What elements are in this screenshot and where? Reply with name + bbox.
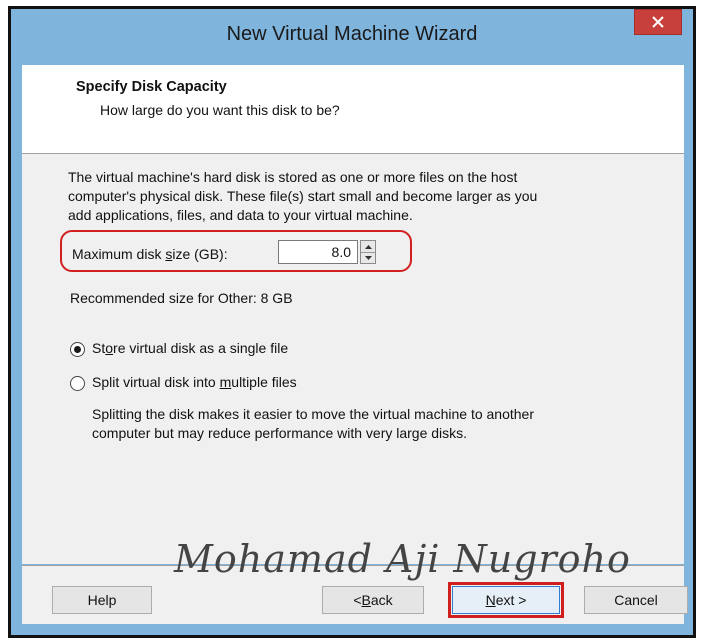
wizard-header: Specify Disk Capacity How large do you w…: [22, 65, 684, 154]
split-files-radio[interactable]: [70, 376, 85, 391]
description: The virtual machine's hard disk is store…: [68, 168, 537, 225]
accelerator-key: o: [105, 340, 114, 356]
split-note: Splitting the disk makes it easier to mo…: [92, 405, 534, 443]
single-file-label[interactable]: Store virtual disk as a single file: [92, 339, 288, 358]
cancel-button[interactable]: Cancel: [584, 586, 688, 614]
window-title: New Virtual Machine Wizard: [226, 23, 478, 45]
help-button[interactable]: Help: [52, 586, 152, 614]
page-subtitle: How large do you want this disk to be?: [100, 102, 340, 118]
close-button[interactable]: [634, 9, 682, 35]
wizard-content: The virtual machine's hard disk is store…: [22, 154, 684, 564]
recommended-size: Recommended size for Other: 8 GB: [70, 290, 293, 306]
back-button[interactable]: < Back: [322, 586, 424, 614]
accelerator-key: m: [219, 374, 232, 390]
label-part: ize (GB):: [172, 246, 228, 262]
watermark: Mohamad Aji Nugroho: [174, 537, 631, 581]
split-files-label[interactable]: Split virtual disk into multiple files: [92, 373, 297, 392]
page-title: Specify Disk Capacity: [76, 79, 227, 95]
split-note-line: computer but may reduce performance with…: [92, 425, 468, 441]
single-file-radio[interactable]: [70, 342, 85, 357]
accelerator-key: B: [361, 592, 371, 608]
close-icon: [652, 16, 664, 28]
disk-size-spinner[interactable]: [360, 240, 376, 264]
label-part: ack: [370, 592, 393, 608]
label-part: St: [92, 340, 106, 356]
label-part: <: [353, 592, 362, 608]
description-line: computer's physical disk. These file(s) …: [68, 188, 538, 204]
spin-down-button[interactable]: [361, 252, 375, 263]
description-line: add applications, files, and data to you…: [68, 207, 413, 223]
max-disk-size-input[interactable]: [278, 240, 358, 264]
max-disk-size-label: Maximum disk size (GB):: [72, 245, 228, 264]
description-line: The virtual machine's hard disk is store…: [68, 169, 518, 185]
label-part: ext >: [495, 592, 527, 608]
title-bar[interactable]: New Virtual Machine Wizard: [14, 9, 690, 65]
wizard-window: New Virtual Machine Wizard Specify Disk …: [14, 9, 690, 631]
split-note-line: Splitting the disk makes it easier to mo…: [92, 406, 534, 422]
label-part: Split virtual disk into: [92, 374, 220, 390]
radio-selected-dot: [74, 346, 81, 353]
label-part: ultiple files: [231, 374, 297, 390]
label-part: Maximum disk: [72, 246, 166, 262]
label-part: re virtual disk as a single file: [113, 340, 289, 356]
caret-up-icon: [364, 244, 372, 249]
accelerator-key: N: [485, 592, 496, 608]
caret-down-icon: [364, 255, 372, 260]
next-button[interactable]: Next >: [452, 586, 560, 614]
